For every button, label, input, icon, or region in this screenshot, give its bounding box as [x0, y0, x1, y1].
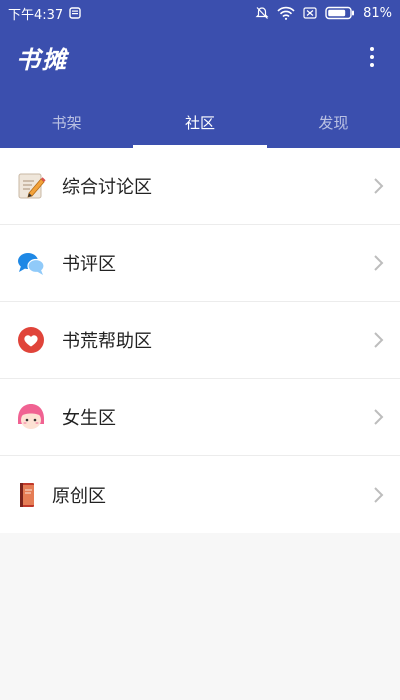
list-item-label: 综合讨论区 [62, 177, 152, 198]
chevron-right-icon [374, 409, 384, 425]
app-title: 书摊 [16, 45, 68, 74]
list-item-label: 原创区 [52, 485, 106, 507]
chevron-right-icon [374, 255, 384, 271]
status-bar: 下午4:37 81% [0, 0, 400, 26]
girl-face-icon [18, 404, 44, 429]
community-list: 综合讨论区 书评区 书荒帮助区 女生区 原创区 [0, 148, 400, 533]
list-item-label: 女生区 [62, 408, 116, 429]
notepad-pencil-icon [18, 173, 46, 199]
chat-bubbles-icon [18, 253, 45, 275]
mute-bell-icon [255, 7, 269, 19]
tab-community[interactable]: 社区 [133, 96, 267, 148]
chevron-right-icon [374, 178, 384, 194]
battery-level: 81% [363, 5, 392, 21]
tab-bar: 书架 社区 发现 [0, 96, 400, 148]
wifi-icon [277, 6, 295, 20]
list-item-label: 书评区 [62, 254, 116, 275]
book-icon [20, 482, 34, 507]
list-item-original[interactable]: 原创区 [0, 456, 400, 533]
no-sim-icon [303, 7, 317, 19]
tab-discover[interactable]: 发现 [267, 96, 400, 148]
more-vert-icon[interactable] [362, 44, 382, 70]
heart-icon [18, 327, 44, 353]
status-time: 下午4:37 [8, 7, 64, 23]
list-item-book-review[interactable]: 书评区 [0, 225, 400, 302]
chevron-right-icon [374, 486, 384, 503]
battery-icon [325, 6, 355, 20]
app-bar: 书摊 书架 社区 发现 [0, 26, 400, 148]
list-item-girls[interactable]: 女生区 [0, 379, 400, 456]
list-item-general-discussion[interactable]: 综合讨论区 [0, 148, 400, 225]
list-item-label: 书荒帮助区 [62, 331, 152, 352]
chevron-right-icon [374, 332, 384, 348]
tab-bookshelf[interactable]: 书架 [0, 96, 133, 148]
list-item-book-help[interactable]: 书荒帮助区 [0, 302, 400, 379]
notification-icon [69, 7, 81, 19]
